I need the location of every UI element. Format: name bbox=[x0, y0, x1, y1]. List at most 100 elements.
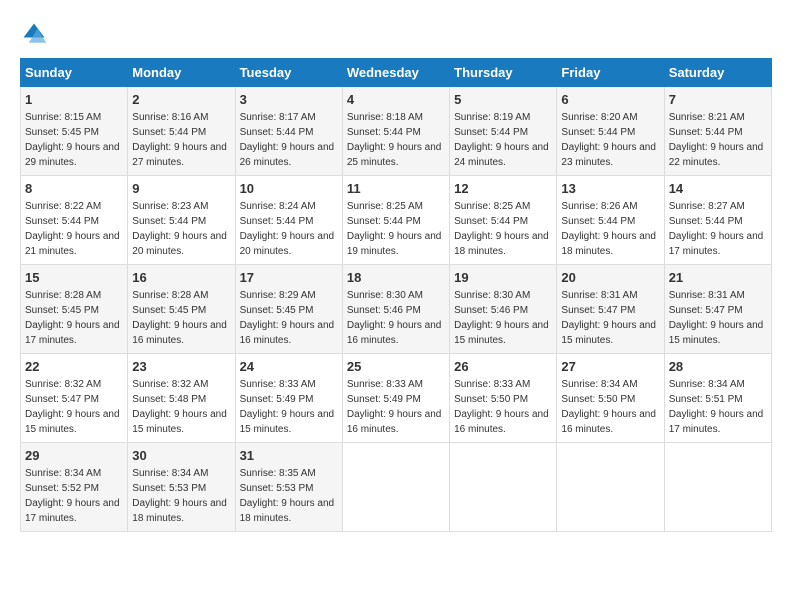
day-info: Sunrise: 8:31 AM Sunset: 5:47 PM Dayligh… bbox=[669, 288, 767, 348]
day-header-friday: Friday bbox=[557, 59, 664, 87]
day-number: 5 bbox=[454, 92, 552, 107]
calendar-cell: 2 Sunrise: 8:16 AM Sunset: 5:44 PM Dayli… bbox=[128, 87, 235, 176]
day-info: Sunrise: 8:34 AM Sunset: 5:50 PM Dayligh… bbox=[561, 377, 659, 437]
day-info: Sunrise: 8:31 AM Sunset: 5:47 PM Dayligh… bbox=[561, 288, 659, 348]
day-number: 8 bbox=[25, 181, 123, 196]
day-number: 20 bbox=[561, 270, 659, 285]
day-number: 28 bbox=[669, 359, 767, 374]
calendar-table: SundayMondayTuesdayWednesdayThursdayFrid… bbox=[20, 58, 772, 532]
day-number: 18 bbox=[347, 270, 445, 285]
calendar-cell: 9 Sunrise: 8:23 AM Sunset: 5:44 PM Dayli… bbox=[128, 176, 235, 265]
calendar-cell: 8 Sunrise: 8:22 AM Sunset: 5:44 PM Dayli… bbox=[21, 176, 128, 265]
day-number: 25 bbox=[347, 359, 445, 374]
calendar-cell: 13 Sunrise: 8:26 AM Sunset: 5:44 PM Dayl… bbox=[557, 176, 664, 265]
day-header-thursday: Thursday bbox=[450, 59, 557, 87]
day-info: Sunrise: 8:26 AM Sunset: 5:44 PM Dayligh… bbox=[561, 199, 659, 259]
day-number: 13 bbox=[561, 181, 659, 196]
calendar-cell bbox=[450, 443, 557, 532]
day-info: Sunrise: 8:34 AM Sunset: 5:52 PM Dayligh… bbox=[25, 466, 123, 526]
day-info: Sunrise: 8:27 AM Sunset: 5:44 PM Dayligh… bbox=[669, 199, 767, 259]
calendar-cell: 31 Sunrise: 8:35 AM Sunset: 5:53 PM Dayl… bbox=[235, 443, 342, 532]
day-number: 7 bbox=[669, 92, 767, 107]
calendar-cell: 21 Sunrise: 8:31 AM Sunset: 5:47 PM Dayl… bbox=[664, 265, 771, 354]
day-number: 24 bbox=[240, 359, 338, 374]
calendar-cell: 28 Sunrise: 8:34 AM Sunset: 5:51 PM Dayl… bbox=[664, 354, 771, 443]
day-header-sunday: Sunday bbox=[21, 59, 128, 87]
calendar-cell: 23 Sunrise: 8:32 AM Sunset: 5:48 PM Dayl… bbox=[128, 354, 235, 443]
day-number: 2 bbox=[132, 92, 230, 107]
calendar-cell: 5 Sunrise: 8:19 AM Sunset: 5:44 PM Dayli… bbox=[450, 87, 557, 176]
day-info: Sunrise: 8:24 AM Sunset: 5:44 PM Dayligh… bbox=[240, 199, 338, 259]
day-info: Sunrise: 8:15 AM Sunset: 5:45 PM Dayligh… bbox=[25, 110, 123, 170]
day-header-tuesday: Tuesday bbox=[235, 59, 342, 87]
day-number: 3 bbox=[240, 92, 338, 107]
day-info: Sunrise: 8:20 AM Sunset: 5:44 PM Dayligh… bbox=[561, 110, 659, 170]
calendar-week-row: 15 Sunrise: 8:28 AM Sunset: 5:45 PM Dayl… bbox=[21, 265, 772, 354]
calendar-cell: 29 Sunrise: 8:34 AM Sunset: 5:52 PM Dayl… bbox=[21, 443, 128, 532]
calendar-cell: 3 Sunrise: 8:17 AM Sunset: 5:44 PM Dayli… bbox=[235, 87, 342, 176]
calendar-cell: 30 Sunrise: 8:34 AM Sunset: 5:53 PM Dayl… bbox=[128, 443, 235, 532]
calendar-cell: 20 Sunrise: 8:31 AM Sunset: 5:47 PM Dayl… bbox=[557, 265, 664, 354]
logo-icon bbox=[20, 20, 48, 48]
calendar-cell: 16 Sunrise: 8:28 AM Sunset: 5:45 PM Dayl… bbox=[128, 265, 235, 354]
calendar-week-row: 22 Sunrise: 8:32 AM Sunset: 5:47 PM Dayl… bbox=[21, 354, 772, 443]
day-info: Sunrise: 8:18 AM Sunset: 5:44 PM Dayligh… bbox=[347, 110, 445, 170]
day-number: 22 bbox=[25, 359, 123, 374]
calendar-week-row: 8 Sunrise: 8:22 AM Sunset: 5:44 PM Dayli… bbox=[21, 176, 772, 265]
day-number: 27 bbox=[561, 359, 659, 374]
day-info: Sunrise: 8:35 AM Sunset: 5:53 PM Dayligh… bbox=[240, 466, 338, 526]
day-number: 6 bbox=[561, 92, 659, 107]
day-info: Sunrise: 8:19 AM Sunset: 5:44 PM Dayligh… bbox=[454, 110, 552, 170]
day-number: 31 bbox=[240, 448, 338, 463]
day-info: Sunrise: 8:28 AM Sunset: 5:45 PM Dayligh… bbox=[25, 288, 123, 348]
day-info: Sunrise: 8:22 AM Sunset: 5:44 PM Dayligh… bbox=[25, 199, 123, 259]
day-number: 21 bbox=[669, 270, 767, 285]
calendar-header-row: SundayMondayTuesdayWednesdayThursdayFrid… bbox=[21, 59, 772, 87]
day-number: 19 bbox=[454, 270, 552, 285]
day-info: Sunrise: 8:32 AM Sunset: 5:48 PM Dayligh… bbox=[132, 377, 230, 437]
page-header bbox=[20, 20, 772, 48]
day-number: 12 bbox=[454, 181, 552, 196]
day-info: Sunrise: 8:34 AM Sunset: 5:51 PM Dayligh… bbox=[669, 377, 767, 437]
day-header-wednesday: Wednesday bbox=[342, 59, 449, 87]
calendar-cell: 14 Sunrise: 8:27 AM Sunset: 5:44 PM Dayl… bbox=[664, 176, 771, 265]
calendar-cell: 22 Sunrise: 8:32 AM Sunset: 5:47 PM Dayl… bbox=[21, 354, 128, 443]
day-info: Sunrise: 8:32 AM Sunset: 5:47 PM Dayligh… bbox=[25, 377, 123, 437]
calendar-cell: 26 Sunrise: 8:33 AM Sunset: 5:50 PM Dayl… bbox=[450, 354, 557, 443]
day-number: 17 bbox=[240, 270, 338, 285]
calendar-cell: 18 Sunrise: 8:30 AM Sunset: 5:46 PM Dayl… bbox=[342, 265, 449, 354]
calendar-cell: 11 Sunrise: 8:25 AM Sunset: 5:44 PM Dayl… bbox=[342, 176, 449, 265]
day-number: 10 bbox=[240, 181, 338, 196]
day-number: 16 bbox=[132, 270, 230, 285]
day-info: Sunrise: 8:33 AM Sunset: 5:49 PM Dayligh… bbox=[240, 377, 338, 437]
calendar-cell: 1 Sunrise: 8:15 AM Sunset: 5:45 PM Dayli… bbox=[21, 87, 128, 176]
day-header-monday: Monday bbox=[128, 59, 235, 87]
day-info: Sunrise: 8:21 AM Sunset: 5:44 PM Dayligh… bbox=[669, 110, 767, 170]
calendar-cell bbox=[342, 443, 449, 532]
calendar-cell: 25 Sunrise: 8:33 AM Sunset: 5:49 PM Dayl… bbox=[342, 354, 449, 443]
calendar-cell: 17 Sunrise: 8:29 AM Sunset: 5:45 PM Dayl… bbox=[235, 265, 342, 354]
calendar-cell: 12 Sunrise: 8:25 AM Sunset: 5:44 PM Dayl… bbox=[450, 176, 557, 265]
calendar-cell: 4 Sunrise: 8:18 AM Sunset: 5:44 PM Dayli… bbox=[342, 87, 449, 176]
day-header-saturday: Saturday bbox=[664, 59, 771, 87]
day-info: Sunrise: 8:30 AM Sunset: 5:46 PM Dayligh… bbox=[347, 288, 445, 348]
calendar-week-row: 29 Sunrise: 8:34 AM Sunset: 5:52 PM Dayl… bbox=[21, 443, 772, 532]
day-info: Sunrise: 8:23 AM Sunset: 5:44 PM Dayligh… bbox=[132, 199, 230, 259]
day-number: 4 bbox=[347, 92, 445, 107]
day-info: Sunrise: 8:29 AM Sunset: 5:45 PM Dayligh… bbox=[240, 288, 338, 348]
calendar-cell: 27 Sunrise: 8:34 AM Sunset: 5:50 PM Dayl… bbox=[557, 354, 664, 443]
day-number: 23 bbox=[132, 359, 230, 374]
day-number: 30 bbox=[132, 448, 230, 463]
calendar-cell bbox=[664, 443, 771, 532]
day-number: 26 bbox=[454, 359, 552, 374]
calendar-cell: 19 Sunrise: 8:30 AM Sunset: 5:46 PM Dayl… bbox=[450, 265, 557, 354]
day-number: 1 bbox=[25, 92, 123, 107]
calendar-cell: 24 Sunrise: 8:33 AM Sunset: 5:49 PM Dayl… bbox=[235, 354, 342, 443]
calendar-cell: 15 Sunrise: 8:28 AM Sunset: 5:45 PM Dayl… bbox=[21, 265, 128, 354]
day-number: 11 bbox=[347, 181, 445, 196]
calendar-week-row: 1 Sunrise: 8:15 AM Sunset: 5:45 PM Dayli… bbox=[21, 87, 772, 176]
day-info: Sunrise: 8:28 AM Sunset: 5:45 PM Dayligh… bbox=[132, 288, 230, 348]
calendar-cell: 7 Sunrise: 8:21 AM Sunset: 5:44 PM Dayli… bbox=[664, 87, 771, 176]
logo bbox=[20, 20, 52, 48]
day-info: Sunrise: 8:17 AM Sunset: 5:44 PM Dayligh… bbox=[240, 110, 338, 170]
